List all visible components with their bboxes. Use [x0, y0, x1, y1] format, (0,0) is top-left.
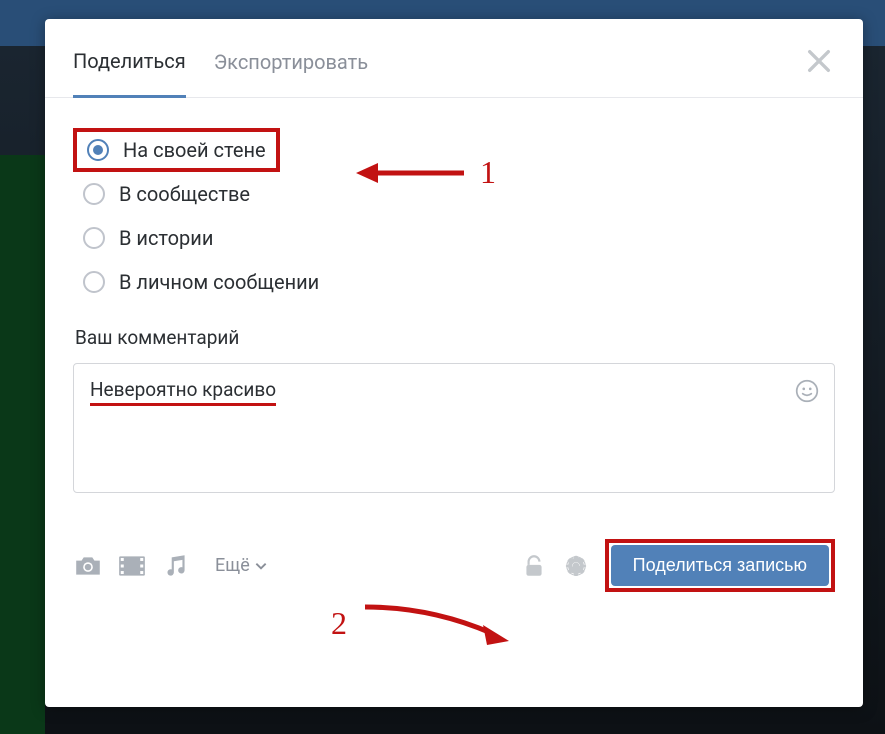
arrow-left-icon: [356, 158, 466, 188]
modal-tabs: Поделиться Экспортировать: [45, 19, 863, 98]
background-image-strip: [0, 155, 45, 734]
radio-label: В сообществе: [119, 182, 250, 206]
privacy-button[interactable]: [521, 553, 547, 579]
share-post-button[interactable]: Поделиться записью: [611, 545, 829, 586]
more-label: Ещё: [215, 555, 250, 576]
radio-label: В личном сообщении: [119, 270, 319, 294]
radio-label: На своей стене: [123, 138, 266, 162]
camera-icon: [73, 553, 103, 579]
modal-footer: Ещё: [73, 539, 835, 592]
chevron-down-icon: [254, 559, 268, 573]
smiley-icon: [794, 378, 820, 404]
tab-export[interactable]: Экспортировать: [214, 44, 368, 96]
gear-icon: [563, 553, 589, 579]
radio-own-wall[interactable]: На своей стене: [87, 138, 266, 162]
lock-open-icon: [521, 553, 547, 579]
share-modal: Поделиться Экспортировать На своей стене…: [45, 19, 863, 707]
annotation-1: 1: [356, 154, 496, 191]
attach-audio-button[interactable]: [161, 553, 191, 579]
video-icon: [117, 553, 147, 579]
radio-indicator: [83, 271, 105, 293]
settings-button[interactable]: [563, 553, 589, 579]
comment-label: Ваш комментарий: [75, 326, 835, 349]
tab-share[interactable]: Поделиться: [73, 43, 186, 98]
annotation-number: 1: [480, 154, 496, 191]
attach-more-button[interactable]: Ещё: [215, 555, 268, 576]
radio-story[interactable]: В истории: [73, 216, 835, 260]
close-button[interactable]: [803, 45, 835, 77]
arrow-right-down-icon: [361, 601, 511, 645]
close-icon: [803, 45, 835, 77]
comment-text: Невероятно красиво: [90, 378, 276, 406]
attach-icons: Ещё: [73, 553, 268, 579]
radio-private-message[interactable]: В личном сообщении: [73, 260, 835, 304]
annotation-highlight-2: Поделиться записью: [605, 539, 835, 592]
radio-indicator: [87, 139, 109, 161]
annotation-number: 2: [331, 605, 347, 642]
radio-indicator: [83, 227, 105, 249]
attach-video-button[interactable]: [117, 553, 147, 579]
comment-textarea[interactable]: Невероятно красиво: [73, 363, 835, 493]
annotation-2: 2: [331, 601, 511, 645]
attach-photo-button[interactable]: [73, 553, 103, 579]
emoji-picker-button[interactable]: [794, 378, 820, 404]
music-icon: [161, 553, 191, 579]
radio-label: В истории: [119, 226, 213, 250]
annotation-highlight-1: На своей стене: [73, 128, 280, 172]
radio-indicator: [83, 183, 105, 205]
